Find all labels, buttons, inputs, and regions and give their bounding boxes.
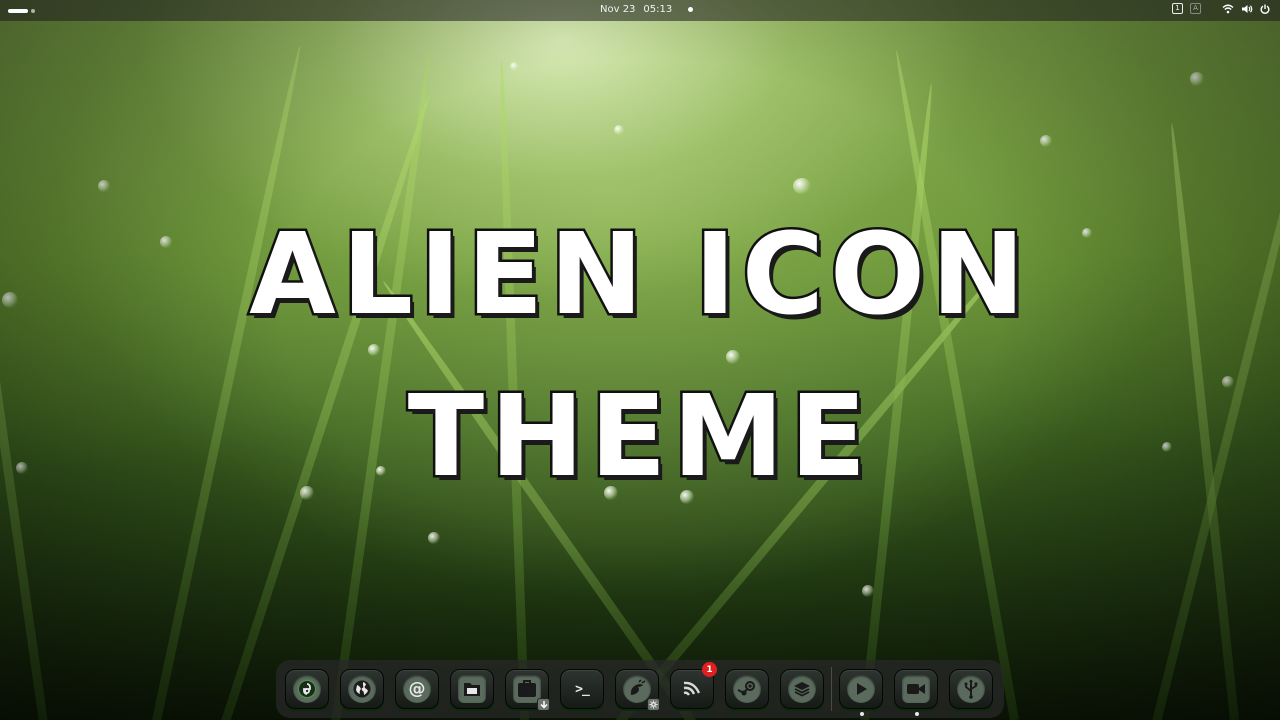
power-icon[interactable] (1260, 4, 1270, 14)
clock-button[interactable]: Nov 23 05:13 (600, 4, 694, 15)
dock-item-rss-feed[interactable]: 1 (670, 662, 717, 709)
title-line-1: ALIEN ICON (247, 208, 1031, 343)
wifi-icon[interactable] (1222, 4, 1234, 14)
dock-item-steam[interactable] (725, 669, 769, 709)
dock-item-files[interactable] (450, 669, 494, 709)
workspace-dot[interactable] (31, 8, 35, 13)
top-bar: Nov 23 05:13 1 A (0, 0, 1280, 21)
web-browser-icon (348, 675, 376, 703)
active-workspace-pill[interactable] (8, 8, 28, 13)
running-indicator (915, 712, 919, 716)
volume-icon[interactable] (1241, 4, 1253, 14)
system-tray[interactable]: 1 A (1172, 3, 1270, 14)
video-camera-icon (902, 675, 930, 703)
dock-item-web-browser[interactable] (340, 669, 384, 709)
dock-item-mail[interactable]: @ (395, 669, 439, 709)
layers-icon (788, 675, 816, 703)
rss-feed-icon (683, 681, 701, 696)
dock: @ >_ 1 (276, 660, 1004, 718)
activities-indicator[interactable] (8, 5, 35, 16)
dock-item-software-store[interactable] (505, 669, 550, 711)
keyboard-indicator-1[interactable]: 1 (1172, 3, 1183, 14)
mail-icon: @ (403, 675, 431, 703)
dock-item-terminal[interactable]: >_ (560, 669, 604, 709)
notification-dot (688, 7, 694, 12)
terminal-icon: >_ (575, 681, 590, 697)
media-player-icon (847, 675, 875, 703)
keyboard-indicator-a[interactable]: A (1190, 3, 1201, 14)
running-indicator (860, 712, 864, 716)
fedora-icon (293, 675, 321, 703)
title-line-2: THEME (405, 370, 873, 505)
clock-date: Nov 23 (600, 4, 636, 15)
dock-item-media-player[interactable] (839, 669, 883, 716)
desktop-wallpaper (0, 0, 1280, 720)
notification-badge: 1 (702, 662, 717, 677)
dock-item-layers[interactable] (780, 669, 824, 709)
download-arrow-icon (537, 698, 550, 711)
dock-item-video-camera[interactable] (894, 669, 938, 716)
clock-time: 05:13 (643, 4, 673, 15)
dock-separator (831, 667, 832, 711)
usb-icon (957, 675, 985, 703)
steam-icon (733, 675, 761, 703)
dock-item-usb[interactable] (949, 669, 993, 709)
dock-item-fedora[interactable] (285, 669, 329, 709)
files-icon (458, 675, 486, 703)
mail-at-symbol: @ (408, 679, 426, 699)
settings-gear-icon (647, 698, 660, 711)
wallpaper-vignette (0, 0, 1280, 720)
dock-item-gimp[interactable] (615, 669, 660, 711)
